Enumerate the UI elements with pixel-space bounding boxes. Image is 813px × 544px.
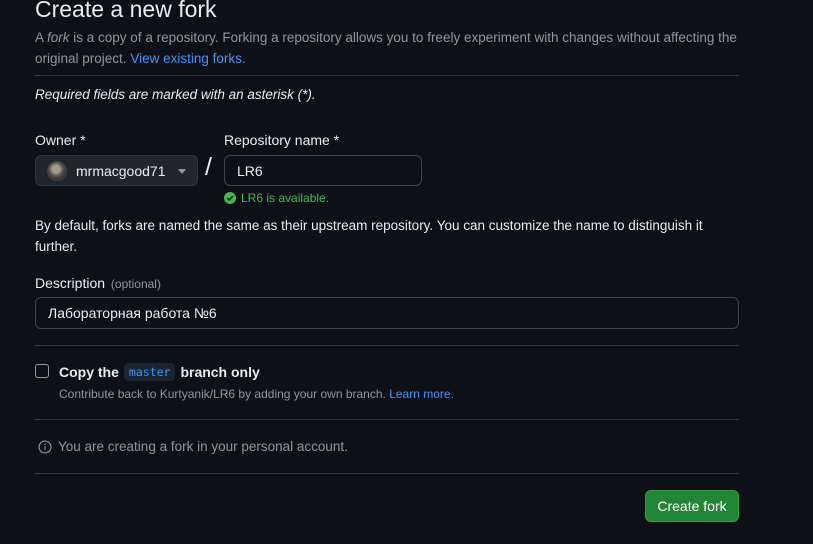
divider [35, 345, 739, 346]
fork-intro: A fork is a copy of a repository. Forkin… [35, 27, 745, 69]
repository-name-input[interactable] [224, 155, 422, 186]
create-fork-page: Create a new fork A fork is a copy of a … [0, 0, 813, 544]
owner-dropdown[interactable]: mrmacgood71 [35, 155, 198, 186]
owner-name: mrmacgood71 [76, 162, 166, 179]
description-label-text: Description [35, 275, 106, 291]
repository-name-label: Repository name * [224, 132, 340, 148]
personal-account-info-text: You are creating a fork in your personal… [58, 439, 348, 454]
personal-account-info: You are creating a fork in your personal… [38, 439, 348, 454]
check-circle-icon [224, 192, 236, 204]
copy-branch-label[interactable]: Copy the master branch only [59, 363, 260, 381]
owner-repo-separator: / [205, 153, 212, 181]
branch-name-code: master [123, 363, 176, 381]
info-icon [38, 439, 52, 454]
intro-prefix: A [35, 30, 48, 45]
page-title: Create a new fork [35, 0, 217, 22]
divider [35, 473, 739, 474]
divider [35, 419, 739, 420]
caret-down-icon [178, 169, 186, 174]
avatar [47, 160, 67, 181]
copy-branch-desc-text: Contribute back to Kurtyanik/LR6 by addi… [59, 387, 386, 401]
copy-master-branch-checkbox[interactable] [35, 364, 49, 378]
default-name-note: By default, forks are named the same as … [35, 218, 703, 254]
divider [35, 75, 739, 76]
required-fields-note: Required fields are marked with an aster… [35, 87, 316, 102]
copy-branch-description: Contribute back to Kurtyanik/LR6 by addi… [59, 387, 454, 401]
availability-status: LR6 is available. [224, 191, 329, 205]
description-label: Description (optional) [35, 275, 161, 291]
optional-hint: (optional) [110, 277, 161, 291]
intro-fork-word: fork [47, 30, 70, 45]
owner-label: Owner * [35, 132, 86, 148]
learn-more-link[interactable]: Learn more. [389, 387, 454, 401]
create-fork-button[interactable]: Create fork [645, 490, 739, 522]
copy-branch-label-prefix: Copy the [59, 364, 119, 380]
copy-branch-label-suffix: branch only [180, 364, 260, 380]
view-existing-forks-link[interactable]: View existing forks. [130, 51, 245, 66]
description-input[interactable] [35, 297, 739, 329]
availability-text: LR6 is available. [241, 191, 330, 205]
